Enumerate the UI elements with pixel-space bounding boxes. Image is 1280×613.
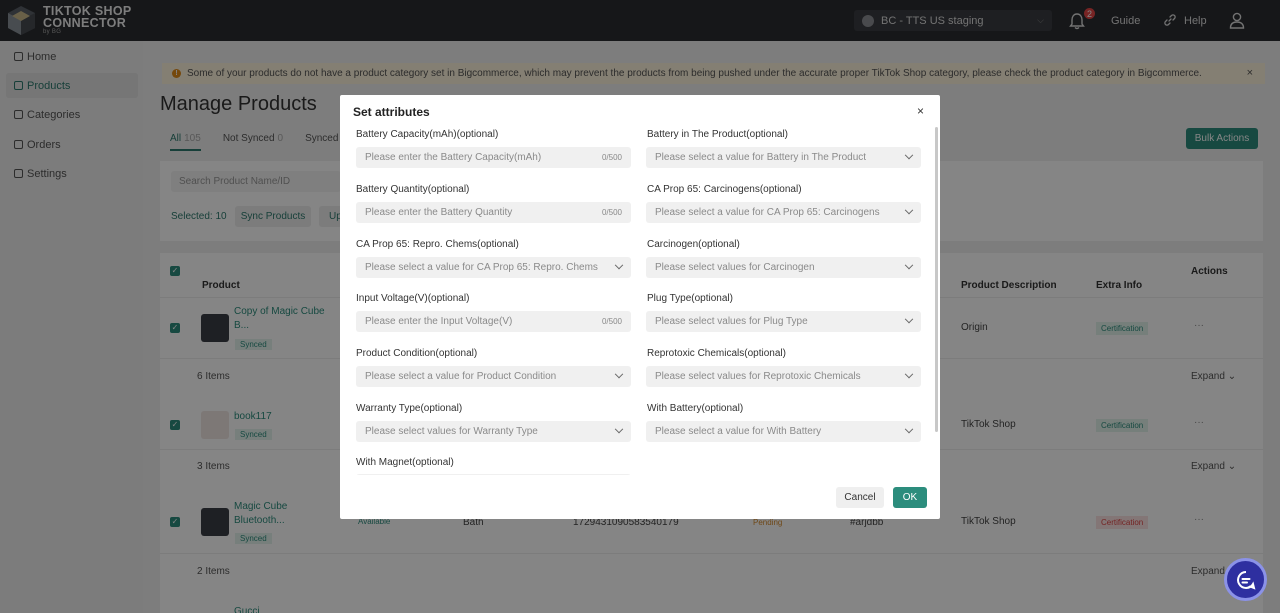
ca-prop65-repro-chems-select[interactable]: Please select a value for CA Prop 65: Re… <box>356 257 631 278</box>
reprotoxic-chemicals-select[interactable]: Please select values for Reprotoxic Chem… <box>646 366 921 387</box>
chevron-down-icon <box>614 424 624 433</box>
field-placeholder: Please select values for Warranty Type <box>365 426 538 437</box>
field-placeholder: Please select a value for CA Prop 65: Re… <box>365 262 598 273</box>
field-placeholder: Please enter the Input Voltage(V) <box>365 316 513 327</box>
field-label: CA Prop 65: Repro. Chems(optional) <box>356 239 519 250</box>
chevron-down-icon <box>904 150 914 159</box>
field-label: Product Condition(optional) <box>356 348 478 359</box>
chevron-down-icon <box>614 260 624 269</box>
cancel-button[interactable]: Cancel <box>836 487 884 508</box>
plug-type-select[interactable]: Please select values for Plug Type <box>646 311 921 332</box>
chevron-down-icon <box>904 314 914 323</box>
battery-in-product-select[interactable]: Please select a value for Battery in The… <box>646 147 921 168</box>
field-placeholder: Please enter the Battery Capacity(mAh) <box>365 152 542 163</box>
field-placeholder: Please select values for Reprotoxic Chem… <box>655 371 861 382</box>
field-placeholder: Please select a value for With Battery <box>655 426 822 437</box>
field-label: Battery in The Product(optional) <box>647 129 789 140</box>
field-label: Battery Capacity(mAh)(optional) <box>356 129 499 140</box>
char-counter: 0/500 <box>601 208 622 217</box>
modal-title: Set attributes <box>353 105 430 119</box>
field-placeholder: Please select values for Carcinogen <box>655 262 815 273</box>
battery-capacity-input[interactable]: Please enter the Battery Capacity(mAh) 0… <box>356 147 631 168</box>
field-label: Battery Quantity(optional) <box>356 184 470 195</box>
field-label: With Magnet(optional) <box>356 457 454 468</box>
carcinogen-select[interactable]: Please select values for Carcinogen <box>646 257 921 278</box>
field-label: Input Voltage(V)(optional) <box>356 293 470 304</box>
modal-scrollbar[interactable] <box>935 127 938 432</box>
char-counter: 0/500 <box>601 153 622 162</box>
with-magnet-select[interactable] <box>356 474 631 475</box>
battery-quantity-input[interactable]: Please enter the Battery Quantity 0/500 <box>356 202 631 223</box>
product-condition-select[interactable]: Please select a value for Product Condit… <box>356 366 631 387</box>
chevron-down-icon <box>904 424 914 433</box>
input-voltage-input[interactable]: Please enter the Input Voltage(V) 0/500 <box>356 311 631 332</box>
field-placeholder: Please select a value for CA Prop 65: Ca… <box>655 207 880 218</box>
chevron-down-icon <box>904 205 914 214</box>
ca-prop65-carcinogens-select[interactable]: Please select a value for CA Prop 65: Ca… <box>646 202 921 223</box>
chevron-down-icon <box>904 260 914 269</box>
warranty-type-select[interactable]: Please select values for Warranty Type <box>356 421 631 442</box>
field-label: Reprotoxic Chemicals(optional) <box>647 348 786 359</box>
chat-icon <box>1237 571 1256 590</box>
field-label: Warranty Type(optional) <box>356 403 463 414</box>
with-battery-select[interactable]: Please select a value for With Battery <box>646 421 921 442</box>
chat-support-button[interactable] <box>1224 558 1267 601</box>
char-counter: 0/500 <box>601 317 622 326</box>
field-placeholder: Please enter the Battery Quantity <box>365 207 513 218</box>
close-icon[interactable]: × <box>917 104 924 118</box>
field-placeholder: Please select values for Plug Type <box>655 316 808 327</box>
field-placeholder: Please select a value for Battery in The… <box>655 152 867 163</box>
set-attributes-modal: Set attributes × Battery Capacity(mAh)(o… <box>340 95 940 519</box>
field-placeholder: Please select a value for Product Condit… <box>365 371 557 382</box>
field-label: Carcinogen(optional) <box>647 239 740 250</box>
field-label: Plug Type(optional) <box>647 293 733 304</box>
chevron-down-icon <box>904 369 914 378</box>
chevron-down-icon <box>614 369 624 378</box>
field-label: With Battery(optional) <box>647 403 744 414</box>
field-label: CA Prop 65: Carcinogens(optional) <box>647 184 802 195</box>
ok-button[interactable]: OK <box>893 487 927 508</box>
attributes-form: Battery Capacity(mAh)(optional) Please e… <box>340 125 936 475</box>
